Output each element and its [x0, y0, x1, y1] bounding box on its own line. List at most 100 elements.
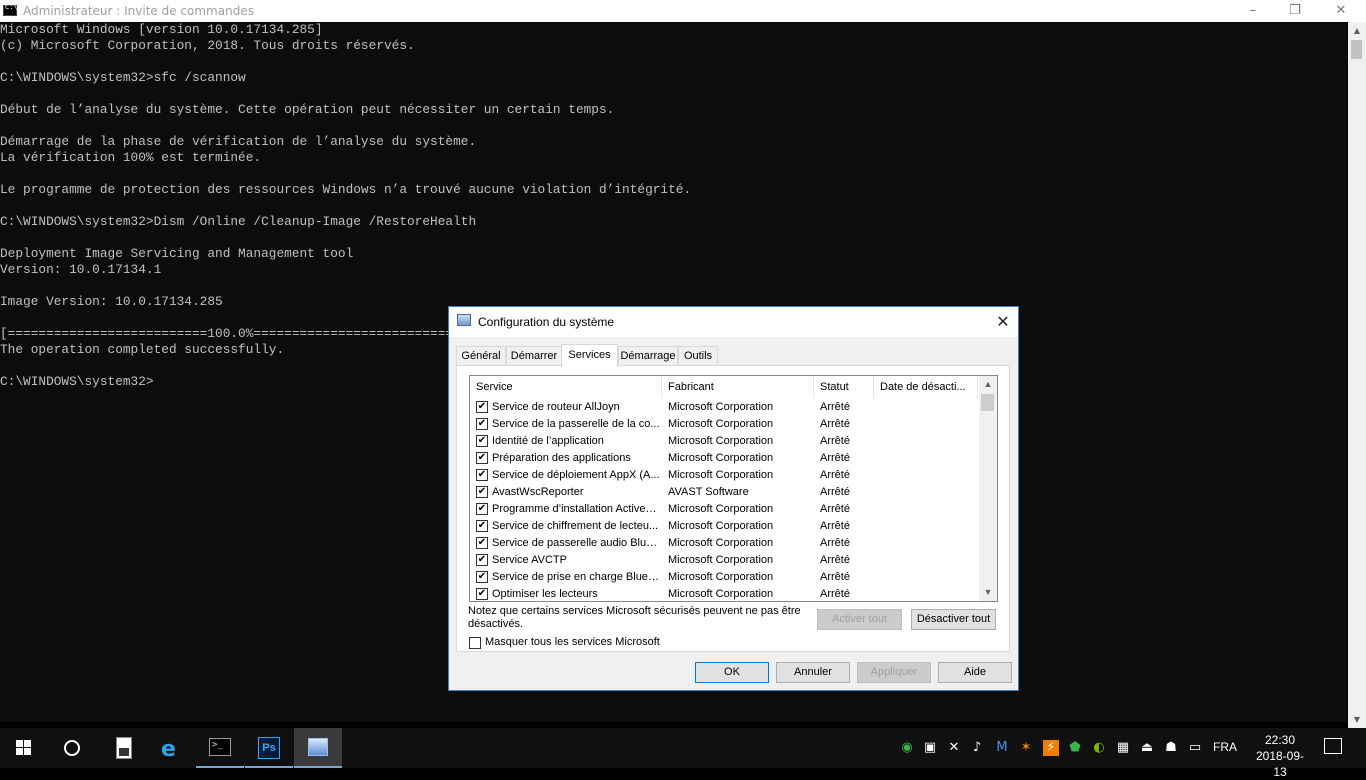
enable-all-button[interactable]: Activer tout: [817, 609, 902, 630]
utorrent-icon[interactable]: ◉: [899, 740, 915, 756]
console-line: La vérification 100% est terminée.: [0, 150, 262, 165]
service-vendor: Microsoft Corporation: [668, 537, 774, 549]
service-checkbox[interactable]: ✔: [476, 588, 488, 600]
column-header-statut[interactable]: Statut: [814, 376, 874, 398]
service-checkbox[interactable]: ✔: [476, 435, 488, 447]
column-header-service[interactable]: Service: [470, 376, 662, 398]
service-row[interactable]: ✔ Programme d’installation ActiveX... Micr…: [470, 501, 978, 518]
cancel-button[interactable]: Annuler: [776, 662, 850, 683]
service-vendor: Microsoft Corporation: [668, 435, 774, 447]
list-scroll-down-icon[interactable]: ▼: [979, 584, 997, 601]
service-row[interactable]: ✔ Préparation des applications Microsoft C…: [470, 450, 978, 467]
ok-button[interactable]: OK: [695, 662, 769, 683]
volume-icon[interactable]: ♪: [969, 740, 985, 756]
service-row[interactable]: ✔ Service de déploiement AppX (A... Micros…: [470, 467, 978, 484]
taskbar-app-cmd[interactable]: [196, 728, 244, 768]
list-header: Service Fabricant Statut Date de désacti…: [470, 376, 978, 398]
service-checkbox[interactable]: ✔: [476, 486, 488, 498]
service-checkbox[interactable]: ✔: [476, 418, 488, 430]
service-row[interactable]: ✔ Service de passerelle audio Blue... Micr…: [470, 535, 978, 552]
green-shield-icon[interactable]: ⬟: [1067, 740, 1083, 756]
services-list-scrollbar[interactable]: ▲ ▼: [979, 376, 997, 601]
list-scrollbar-thumb[interactable]: [981, 394, 994, 411]
console-titlebar[interactable]: Administrateur : Invite de commandes – ❐…: [0, 0, 1366, 22]
console-window-title: Administrateur : Invite de commandes: [23, 4, 254, 18]
service-checkbox[interactable]: ✔: [476, 401, 488, 413]
input-language[interactable]: FRA: [1213, 740, 1237, 754]
tab-demarrer[interactable]: Démarrer: [506, 346, 562, 365]
internet-explorer-icon: e: [161, 737, 176, 762]
column-header-fabricant[interactable]: Fabricant: [662, 376, 814, 398]
service-status: Arrêté: [820, 537, 850, 549]
grid-app-icon[interactable]: ▦: [1115, 740, 1131, 756]
service-status: Arrêté: [820, 486, 850, 498]
tab-services[interactable]: Services: [561, 344, 618, 367]
services-list[interactable]: Service Fabricant Statut Date de désacti…: [469, 375, 998, 602]
cortana-button[interactable]: [48, 728, 96, 768]
dialog-titlebar[interactable]: Configuration du système ✕: [449, 307, 1018, 337]
people-icon[interactable]: ☗: [1163, 740, 1179, 756]
service-status: Arrêté: [820, 469, 850, 481]
speaker-muted-icon[interactable]: ✕: [946, 740, 962, 756]
service-checkbox[interactable]: ✔: [476, 520, 488, 532]
taskbar-clock[interactable]: 22:30 2018-09-13: [1250, 732, 1310, 780]
photoshop-icon: Ps: [258, 737, 280, 759]
dialog-close-button[interactable]: ✕: [992, 311, 1014, 333]
avast-icon[interactable]: ✶: [1018, 740, 1034, 756]
tab-outils[interactable]: Outils: [678, 346, 718, 365]
taskbar-app-msconfig[interactable]: [294, 728, 342, 768]
clock-time: 22:30: [1264, 733, 1296, 747]
service-row[interactable]: ✔ Identité de l’application Microsoft Corp…: [470, 433, 978, 450]
display-icon[interactable]: ▭: [1187, 740, 1203, 756]
service-name: Service de déploiement AppX (A...: [492, 469, 660, 481]
service-row[interactable]: ✔ Service de la passerelle de la co... Mic…: [470, 416, 978, 433]
service-checkbox[interactable]: ✔: [476, 571, 488, 583]
service-row[interactable]: ✔ Service AVCTP Microsoft Corporation Arrêt…: [470, 552, 978, 569]
scroll-up-icon[interactable]: ▲: [1348, 23, 1366, 39]
restore-button[interactable]: ❐: [1272, 0, 1318, 22]
tab-general[interactable]: Général: [456, 346, 506, 365]
taskbar-app-tool[interactable]: [100, 728, 148, 768]
service-checkbox[interactable]: ✔: [476, 452, 488, 464]
orange-app-icon[interactable]: ⚡: [1043, 740, 1059, 756]
hide-microsoft-services-checkbox[interactable]: [469, 637, 481, 649]
taskbar-app-photoshop[interactable]: Ps: [245, 728, 293, 768]
service-row[interactable]: ✔ Service de chiffrement de lecteu... Micr…: [470, 518, 978, 535]
malwarebytes-icon[interactable]: M: [994, 740, 1010, 756]
column-header-date[interactable]: Date de désacti...: [874, 376, 978, 398]
service-row[interactable]: ✔ AvastWscReporter AVAST Software Arrêté: [470, 484, 978, 501]
tab-demarrage[interactable]: Démarrage: [618, 346, 678, 365]
service-name: AvastWscReporter: [492, 486, 584, 498]
minimize-button[interactable]: –: [1230, 0, 1276, 22]
service-checkbox[interactable]: ✔: [476, 537, 488, 549]
service-name: Service de la passerelle de la co...: [492, 418, 660, 430]
service-vendor: Microsoft Corporation: [668, 452, 774, 464]
close-button[interactable]: ✕: [1318, 0, 1364, 22]
service-checkbox[interactable]: ✔: [476, 469, 488, 481]
service-row[interactable]: ✔ Service de routeur AllJoyn Microsoft Cor…: [470, 399, 978, 416]
console-line: Démarrage de la phase de vérification de…: [0, 134, 477, 149]
console-scrollbar[interactable]: ▲ ▼: [1348, 22, 1366, 728]
service-vendor: Microsoft Corporation: [668, 418, 774, 430]
hide-microsoft-services-label[interactable]: Masquer tous les services Microsoft: [485, 636, 660, 648]
notification-center-icon[interactable]: [1324, 738, 1342, 754]
disable-all-button[interactable]: Désactiver tout: [911, 609, 996, 630]
taskbar-app-ie[interactable]: e: [148, 728, 196, 768]
usb-icon[interactable]: ⏏: [1139, 740, 1155, 756]
network-icon[interactable]: ▣: [922, 740, 938, 756]
msconfig-taskbar-icon: [308, 738, 328, 756]
apply-button[interactable]: Appliquer: [857, 662, 931, 683]
start-button[interactable]: [0, 728, 48, 768]
nvidia-icon[interactable]: ◐: [1091, 740, 1107, 756]
services-tab-panel: Service Fabricant Statut Date de désacti…: [456, 365, 1010, 652]
service-checkbox[interactable]: ✔: [476, 554, 488, 566]
scrollbar-thumb[interactable]: [1351, 40, 1362, 59]
service-row[interactable]: ✔ Service de prise en charge Bluet... Micr…: [470, 569, 978, 586]
service-row[interactable]: ✔ Optimiser les lecteurs Microsoft Corpora…: [470, 586, 978, 601]
scroll-down-icon[interactable]: ▼: [1348, 712, 1366, 728]
service-checkbox[interactable]: ✔: [476, 503, 488, 515]
help-button[interactable]: Aide: [938, 662, 1012, 683]
console-line: Version: 10.0.17134.1: [0, 262, 162, 277]
list-scroll-up-icon[interactable]: ▲: [979, 376, 997, 393]
